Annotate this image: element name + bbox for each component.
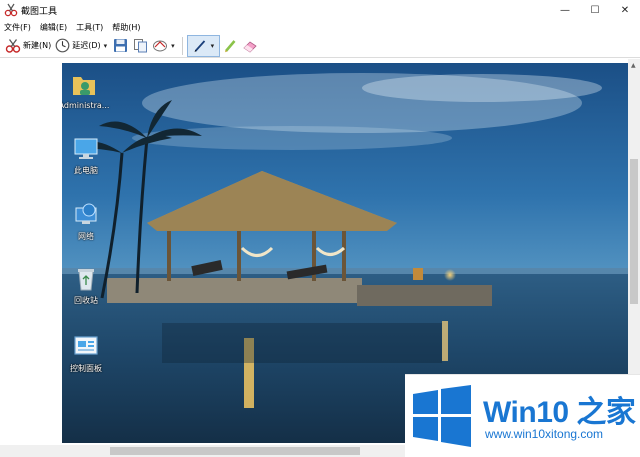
close-button[interactable]: ✕ [610,0,640,20]
menu-help[interactable]: 帮助(H) [112,22,140,33]
desktop-icon-label: Administra... [62,101,110,110]
delay-dropdown-icon[interactable]: ▾ [104,42,108,50]
windows-logo-icon [411,385,473,447]
scroll-up-arrow-icon[interactable]: ▲ [631,62,636,69]
watermark-url: www.win10xitong.com [485,427,604,441]
delay-button[interactable]: 延迟(D) [53,36,102,56]
send-dropdown-icon[interactable]: ▾ [171,42,175,50]
menu-bar: 文件(F) 编辑(E) 工具(T) 帮助(H) [0,20,640,34]
new-snip-label: 新建(N) [23,41,52,50]
clock-icon [55,38,70,53]
maximize-button[interactable]: ☐ [580,0,610,20]
title-bar: 截图工具 — ☐ ✕ [0,0,640,20]
eraser-button[interactable] [240,36,260,56]
copy-button[interactable] [130,36,150,56]
site-watermark: Win10 之家 www.win10xitong.com [405,374,640,457]
eraser-icon [243,40,257,53]
desktop-icon-label: 此电脑 [74,166,98,175]
pen-dropdown-icon[interactable]: ▾ [211,42,215,50]
delay-label: 延迟(D) [72,41,101,50]
desktop-icon-network[interactable]: 网络 [62,201,114,242]
menu-tools[interactable]: 工具(T) [76,22,103,33]
scissors-new-icon [5,38,21,53]
desktop-icon-control-panel[interactable]: 控制面板 [62,333,114,374]
recycle-bin-icon [72,265,100,293]
email-send-icon [153,40,168,52]
scissors-icon [4,3,18,17]
desktop-icon-this-pc[interactable]: 此电脑 [62,135,114,176]
user-folder-icon [70,71,98,99]
floppy-disk-icon [113,39,127,52]
minimize-button[interactable]: — [550,0,580,20]
desktop-icon-admin[interactable]: Administra... [62,71,112,110]
highlighter-button[interactable] [220,36,240,56]
window-title: 截图工具 [21,6,58,17]
computer-icon [72,135,100,163]
copy-icon [133,39,147,53]
save-button[interactable] [110,36,130,56]
send-snip-button[interactable] [150,36,170,56]
menu-edit[interactable]: 编辑(E) [40,22,67,33]
new-snip-button[interactable]: 新建(N) [3,36,53,56]
desktop-icon-label: 网络 [78,232,94,241]
control-panel-icon [72,333,100,361]
pen-icon[interactable] [190,36,210,56]
highlighter-icon [225,39,236,52]
pen-tool-group[interactable]: ▾ [186,34,221,57]
vertical-scroll-thumb[interactable] [630,159,638,304]
toolbar: 新建(N) 延迟(D) ▾ ▾ ▾ [0,34,640,58]
watermark-title: Win10 之家 [483,396,636,429]
horizontal-scroll-thumb[interactable] [110,447,360,455]
desktop-icon-label: 控制面板 [70,364,102,373]
desktop-icon-recycle-bin[interactable]: 回收站 [62,265,114,306]
desktop-icon-label: 回收站 [74,296,98,305]
toolbar-separator [181,36,183,55]
menu-file[interactable]: 文件(F) [4,22,31,33]
window-controls: — ☐ ✕ [550,0,640,20]
network-icon [72,201,100,229]
